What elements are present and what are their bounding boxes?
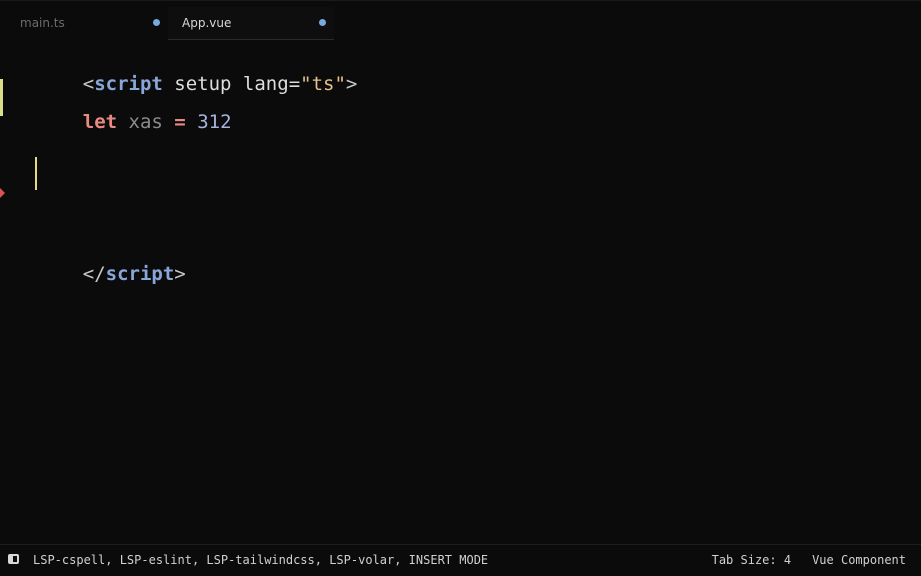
tab-size-indicator[interactable]: Tab Size: 4 bbox=[712, 553, 791, 567]
unsaved-dot-icon[interactable] bbox=[319, 19, 326, 26]
code-line-1[interactable]: <script setup lang="ts"> bbox=[37, 48, 358, 95]
tab-label: main.ts bbox=[20, 16, 65, 30]
tab-label: App.vue bbox=[182, 16, 232, 30]
tag-open-bracket: </ bbox=[82, 263, 106, 285]
code-line-5[interactable]: </script> bbox=[37, 238, 186, 285]
assignment-operator: = bbox=[174, 111, 186, 133]
number-literal: 312 bbox=[185, 111, 232, 133]
tag-name: script bbox=[105, 263, 175, 285]
text-cursor bbox=[35, 157, 37, 190]
sidebar-toggle-icon[interactable] bbox=[8, 554, 19, 564]
tab-bar: main.ts App.vue bbox=[0, 0, 921, 41]
status-lsp-info: LSP-cspell, LSP-eslint, LSP-tailwindcss,… bbox=[33, 553, 489, 567]
keyword: let bbox=[82, 111, 118, 133]
diagnostic-arrow-icon bbox=[0, 188, 5, 198]
unsaved-dot-icon[interactable] bbox=[153, 19, 160, 26]
syntax-indicator[interactable]: Vue Component bbox=[812, 553, 906, 567]
status-right-group: Tab Size: 4 Vue Component bbox=[712, 553, 906, 567]
variable-name: xas bbox=[117, 111, 175, 133]
code-editor[interactable]: <script setup lang="ts"> let xas = 312 <… bbox=[0, 40, 921, 544]
tag-close-bracket: > bbox=[174, 263, 186, 285]
status-bar: LSP-cspell, LSP-eslint, LSP-tailwindcss,… bbox=[0, 544, 921, 576]
modified-line-gutter-mark bbox=[0, 79, 3, 116]
tag-close-bracket: > bbox=[345, 73, 358, 95]
tab-app-vue[interactable]: App.vue bbox=[168, 7, 334, 40]
attribute-value: "ts" bbox=[300, 73, 346, 95]
code-line-2[interactable]: let xas = 312 bbox=[37, 86, 232, 133]
tab-main-ts[interactable]: main.ts bbox=[6, 7, 168, 39]
